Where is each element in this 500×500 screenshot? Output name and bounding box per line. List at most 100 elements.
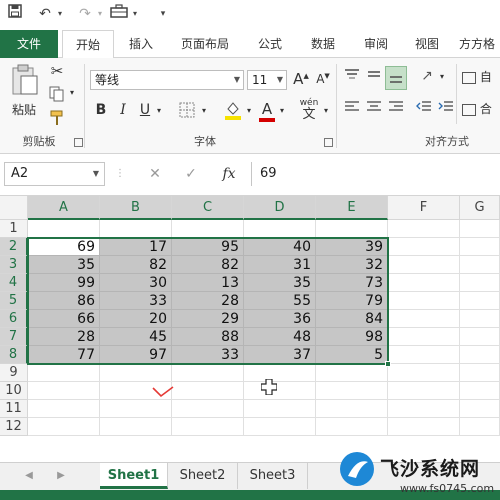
table-cell[interactable]: [388, 256, 460, 274]
table-cell[interactable]: 32: [316, 256, 388, 274]
row-header-10[interactable]: 10: [0, 382, 28, 400]
table-cell[interactable]: [172, 220, 244, 238]
table-cell[interactable]: [316, 364, 388, 382]
orientation-dropdown-icon[interactable]: ▾: [438, 72, 446, 81]
undo-icon[interactable]: ↶: [34, 3, 56, 25]
table-cell[interactable]: 45: [100, 328, 172, 346]
align-right-icon[interactable]: [386, 100, 406, 120]
table-cell[interactable]: [172, 382, 244, 400]
toolbox-icon[interactable]: [108, 3, 130, 25]
column-header-c[interactable]: C: [172, 196, 244, 220]
font-color-dropdown-icon[interactable]: ▾: [278, 106, 286, 115]
row-header-8[interactable]: 8: [0, 346, 28, 364]
table-cell[interactable]: [244, 220, 316, 238]
undo-dropdown-icon[interactable]: ▾: [55, 3, 65, 25]
row-header-9[interactable]: 9: [0, 364, 28, 382]
merge-center-button[interactable]: 合: [462, 100, 500, 120]
phonetic-guide-button[interactable]: wén 文: [296, 98, 322, 124]
font-name-dropdown[interactable]: 等线 ▼: [90, 70, 244, 90]
table-cell[interactable]: [316, 418, 388, 436]
table-cell[interactable]: [388, 400, 460, 418]
table-cell[interactable]: [244, 400, 316, 418]
phonetic-dropdown-icon[interactable]: ▾: [322, 106, 330, 115]
table-cell[interactable]: [388, 220, 460, 238]
align-center-icon[interactable]: [364, 100, 384, 120]
active-cell[interactable]: 69: [28, 238, 100, 256]
table-cell[interactable]: [388, 328, 460, 346]
wrap-text-button[interactable]: 自: [462, 68, 500, 88]
column-header-g[interactable]: G: [460, 196, 500, 220]
table-cell[interactable]: 28: [172, 292, 244, 310]
redo-icon[interactable]: ↷: [74, 3, 96, 25]
tab-fangfangge[interactable]: 方方格: [454, 30, 500, 58]
table-cell[interactable]: [28, 382, 100, 400]
table-cell[interactable]: 13: [172, 274, 244, 292]
table-cell[interactable]: 29: [172, 310, 244, 328]
table-cell[interactable]: 30: [100, 274, 172, 292]
column-header-f[interactable]: F: [388, 196, 460, 220]
table-cell[interactable]: 33: [172, 346, 244, 364]
table-cell[interactable]: [388, 364, 460, 382]
customize-toolbar-icon[interactable]: ▾: [156, 3, 170, 25]
table-cell[interactable]: 48: [244, 328, 316, 346]
align-top-icon[interactable]: [342, 68, 362, 88]
align-middle-icon[interactable]: [364, 68, 384, 88]
enter-icon[interactable]: ✓: [176, 162, 206, 186]
cut-icon[interactable]: ✂: [46, 62, 68, 82]
table-cell[interactable]: 33: [100, 292, 172, 310]
clipboard-launcher-icon[interactable]: [74, 138, 83, 147]
column-header-a[interactable]: A: [28, 196, 100, 220]
table-cell[interactable]: 39: [316, 238, 388, 256]
table-cell[interactable]: 37: [244, 346, 316, 364]
table-cell[interactable]: [460, 274, 500, 292]
table-cell[interactable]: [388, 238, 460, 256]
select-all-corner[interactable]: [0, 196, 28, 220]
underline-dropdown-icon[interactable]: ▾: [155, 106, 163, 115]
row-header-4[interactable]: 4: [0, 274, 28, 292]
scroll-left-icon[interactable]: ◀: [22, 467, 36, 485]
toolbox-dropdown-icon[interactable]: ▾: [130, 3, 140, 25]
copy-dropdown-icon[interactable]: ▾: [68, 88, 76, 97]
table-cell[interactable]: 86: [28, 292, 100, 310]
table-cell[interactable]: 98: [316, 328, 388, 346]
table-cell[interactable]: [460, 256, 500, 274]
font-launcher-icon[interactable]: [324, 138, 333, 147]
table-cell[interactable]: [460, 292, 500, 310]
table-cell[interactable]: [316, 400, 388, 418]
table-cell[interactable]: 97: [100, 346, 172, 364]
bold-button[interactable]: B: [92, 102, 110, 122]
row-header-12[interactable]: 12: [0, 418, 28, 436]
row-header-2[interactable]: 2: [0, 238, 28, 256]
table-cell[interactable]: [460, 220, 500, 238]
table-cell[interactable]: [388, 418, 460, 436]
table-cell[interactable]: 79: [316, 292, 388, 310]
table-cell[interactable]: 40: [244, 238, 316, 256]
row-header-1[interactable]: 1: [0, 220, 28, 238]
column-header-b[interactable]: B: [100, 196, 172, 220]
name-box[interactable]: A2 ▼: [4, 162, 105, 186]
shrink-font-button[interactable]: A▼: [314, 72, 332, 92]
table-cell[interactable]: [460, 310, 500, 328]
redo-dropdown-icon[interactable]: ▾: [95, 3, 105, 25]
table-cell[interactable]: [316, 220, 388, 238]
orientation-icon[interactable]: ↗: [416, 68, 438, 88]
tab-file[interactable]: 文件: [0, 30, 58, 58]
fill-color-dropdown-icon[interactable]: ▾: [245, 106, 253, 115]
row-header-3[interactable]: 3: [0, 256, 28, 274]
increase-indent-icon[interactable]: [436, 100, 456, 120]
table-cell[interactable]: 84: [316, 310, 388, 328]
table-cell[interactable]: 88: [172, 328, 244, 346]
table-cell[interactable]: [460, 346, 500, 364]
row-header-6[interactable]: 6: [0, 310, 28, 328]
table-cell[interactable]: 77: [28, 346, 100, 364]
tab-insert[interactable]: 插入: [118, 30, 164, 58]
table-cell[interactable]: 66: [28, 310, 100, 328]
table-cell[interactable]: [460, 382, 500, 400]
table-cell[interactable]: 55: [244, 292, 316, 310]
table-cell[interactable]: 95: [172, 238, 244, 256]
table-cell[interactable]: [100, 220, 172, 238]
table-cell[interactable]: [28, 220, 100, 238]
align-bottom-icon[interactable]: [385, 66, 407, 90]
grow-font-button[interactable]: A▲: [292, 70, 310, 90]
fill-color-icon[interactable]: [222, 100, 244, 124]
